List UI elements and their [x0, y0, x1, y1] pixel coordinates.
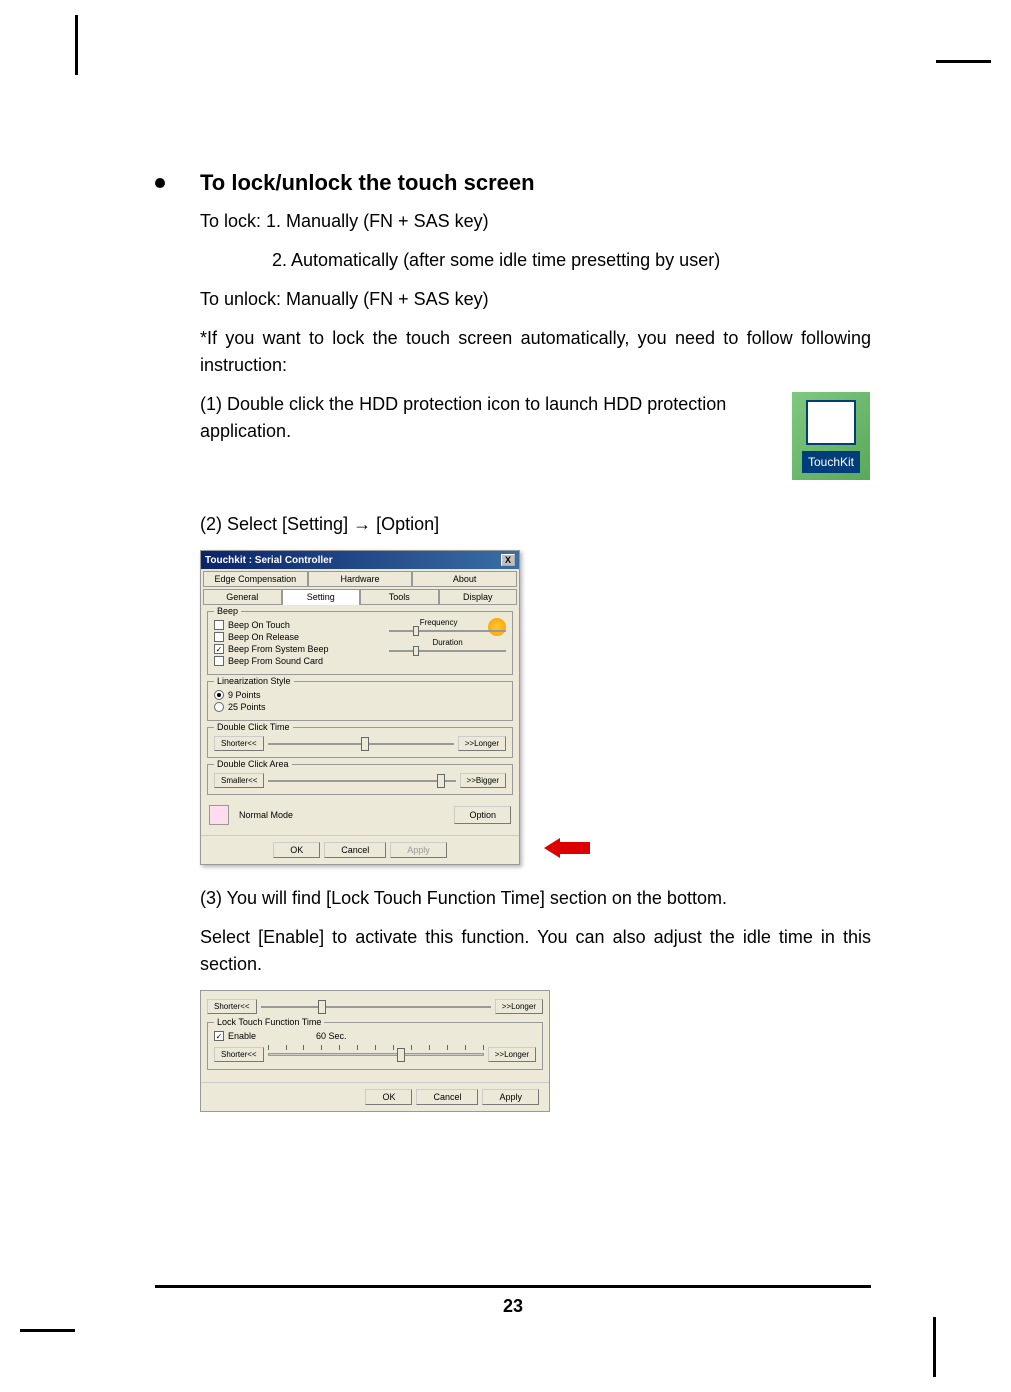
bigger-button[interactable]: >>Bigger [460, 773, 506, 788]
mode-label: Normal Mode [239, 810, 444, 820]
radio-9-points[interactable] [214, 690, 224, 700]
page-number: 23 [155, 1296, 871, 1317]
radio-9-points-label: 9 Points [228, 690, 261, 700]
radio-25-points-label: 25 Points [228, 702, 266, 712]
tab-general[interactable]: General [203, 589, 282, 605]
touchkit-desktop-icon: TouchKit [791, 391, 871, 481]
dclick-time-slider[interactable] [268, 743, 454, 745]
section-heading: To lock/unlock the touch screen [200, 170, 535, 196]
linearization-group-title: Linearization Style [214, 676, 294, 686]
apply-button-2[interactable]: Apply [482, 1089, 539, 1105]
unlock-method: To unlock: Manually (FN + SAS key) [200, 286, 871, 313]
beep-system-label: Beep From System Beep [228, 644, 329, 654]
shorter-button-2[interactable]: Shorter<< [207, 999, 257, 1014]
enable-label: Enable [228, 1031, 256, 1041]
auto-lock-note: *If you want to lock the touch screen au… [200, 325, 871, 379]
step-1-text: (1) Double click the HDD protection icon… [200, 391, 871, 445]
tab-setting[interactable]: Setting [282, 589, 361, 605]
step-3-text: (3) You will find [Lock Touch Function T… [200, 885, 871, 912]
beep-on-touch-label: Beep On Touch [228, 620, 290, 630]
idle-time-value: 60 Sec. [316, 1031, 347, 1041]
frequency-slider[interactable] [389, 630, 506, 632]
bullet-icon [155, 178, 165, 188]
lock-touch-dialog-fragment: Shorter<< >>Longer Lock Touch Function T… [200, 990, 550, 1112]
beep-on-release-checkbox[interactable] [214, 632, 224, 642]
duration-slider[interactable] [389, 650, 506, 652]
tab-tools[interactable]: Tools [360, 589, 439, 605]
radio-25-points[interactable] [214, 702, 224, 712]
dclick-area-slider[interactable] [268, 780, 455, 782]
cancel-button[interactable]: Cancel [324, 842, 386, 858]
crop-mark [20, 1329, 75, 1332]
tab-hardware[interactable]: Hardware [308, 571, 413, 587]
footer-divider [155, 1285, 871, 1288]
dclick-time-title: Double Click Time [214, 722, 293, 732]
touchkit-settings-dialog: Touchkit : Serial Controller X Edge Comp… [200, 550, 520, 865]
option-button[interactable]: Option [454, 806, 511, 824]
crop-mark [933, 1317, 936, 1377]
speaker-icon [488, 618, 506, 636]
shorter-button[interactable]: Shorter<< [214, 736, 264, 751]
lock-method-1: To lock: 1. Manually (FN + SAS key) [200, 208, 871, 235]
smaller-button[interactable]: Smaller<< [214, 773, 264, 788]
tab-edge-compensation[interactable]: Edge Compensation [203, 571, 308, 587]
dclick-area-title: Double Click Area [214, 759, 292, 769]
touchkit-graphic-icon [806, 400, 856, 445]
enable-checkbox[interactable]: ✓ [214, 1031, 224, 1041]
longer-button[interactable]: >>Longer [458, 736, 506, 751]
lock-touch-group-title: Lock Touch Function Time [214, 1017, 324, 1027]
tab-display[interactable]: Display [439, 589, 518, 605]
duration-label: Duration [389, 638, 506, 647]
crop-mark [75, 15, 78, 75]
longer-button-2[interactable]: >>Longer [495, 999, 543, 1014]
beep-sound-checkbox[interactable] [214, 656, 224, 666]
ok-button-2[interactable]: OK [365, 1089, 412, 1105]
ok-button[interactable]: OK [273, 842, 320, 858]
beep-on-touch-checkbox[interactable] [214, 620, 224, 630]
beep-system-checkbox[interactable]: ✓ [214, 644, 224, 654]
beep-sound-label: Beep From Sound Card [228, 656, 323, 666]
apply-button[interactable]: Apply [390, 842, 447, 858]
cancel-button-2[interactable]: Cancel [416, 1089, 478, 1105]
longer-button-3[interactable]: >>Longer [488, 1047, 536, 1062]
step-3b-text: Select [Enable] to activate this functio… [200, 924, 871, 978]
shorter-button-3[interactable]: Shorter<< [214, 1047, 264, 1062]
crop-mark [936, 60, 991, 63]
close-button[interactable]: X [501, 554, 515, 566]
step-2-text: (2) Select [Setting] → [Option] [200, 511, 871, 538]
idle-time-slider[interactable] [268, 1045, 484, 1063]
tab-about[interactable]: About [412, 571, 517, 587]
touchkit-icon-label: TouchKit [802, 451, 860, 473]
lock-method-2: 2. Automatically (after some idle time p… [272, 247, 871, 274]
beep-group-title: Beep [214, 606, 241, 616]
upper-slider[interactable] [261, 1006, 491, 1008]
dialog-title: Touchkit : Serial Controller [205, 555, 333, 566]
hand-icon [209, 805, 229, 825]
beep-on-release-label: Beep On Release [228, 632, 299, 642]
